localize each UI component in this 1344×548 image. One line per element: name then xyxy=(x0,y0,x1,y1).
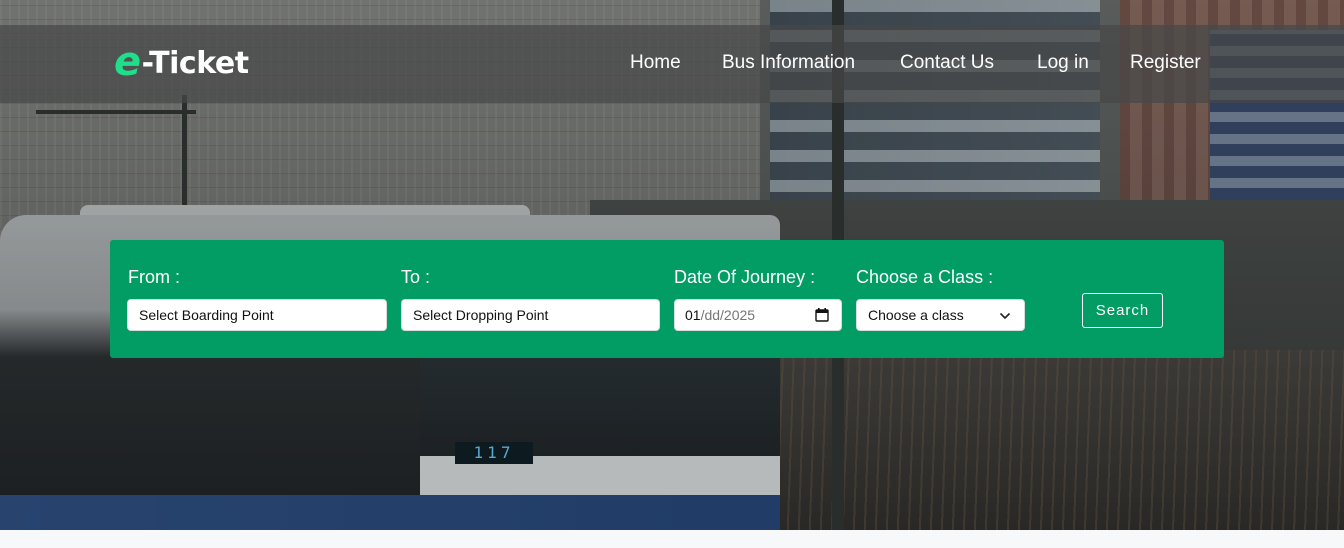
date-month: 01 xyxy=(685,307,701,323)
search-button[interactable]: Search xyxy=(1082,293,1163,328)
class-select-value: Choose a class xyxy=(868,307,964,323)
date-rest: /dd/2025 xyxy=(700,307,756,323)
nav-register-link[interactable]: Register xyxy=(1130,52,1201,74)
to-select[interactable]: Select Dropping Point xyxy=(401,299,660,331)
nav-login-link[interactable]: Log in xyxy=(1037,52,1089,74)
class-label: Choose a Class : xyxy=(856,267,994,287)
from-select[interactable]: Select Boarding Point xyxy=(127,299,387,331)
calendar-icon[interactable] xyxy=(815,308,829,322)
to-select-value: Select Dropping Point xyxy=(413,307,549,323)
nav-bus-information-link[interactable]: Bus Information xyxy=(722,52,855,74)
brand-logo[interactable]: e -Ticket xyxy=(114,39,249,85)
nav-contact-us-link[interactable]: Contact Us xyxy=(900,52,994,74)
to-label: To : xyxy=(401,267,431,287)
date-input[interactable]: 01/dd/2025 xyxy=(674,299,842,331)
search-panel: From : Select Boarding Point To : Select… xyxy=(110,240,1224,358)
nav-home-link[interactable]: Home xyxy=(630,52,681,74)
date-label: Date Of Journey : xyxy=(674,267,816,287)
brand-logo-e: e xyxy=(114,39,141,85)
brand-logo-text: -Ticket xyxy=(141,45,249,81)
navbar: e -Ticket Home Bus Information Contact U… xyxy=(0,25,1344,103)
from-select-value: Select Boarding Point xyxy=(139,307,274,323)
class-select[interactable]: Choose a class xyxy=(856,299,1025,331)
hero-banner: 117 e -Ticket Home Bus Information Conta… xyxy=(0,0,1344,530)
from-label: From : xyxy=(128,267,180,287)
chevron-down-icon xyxy=(999,312,1011,320)
